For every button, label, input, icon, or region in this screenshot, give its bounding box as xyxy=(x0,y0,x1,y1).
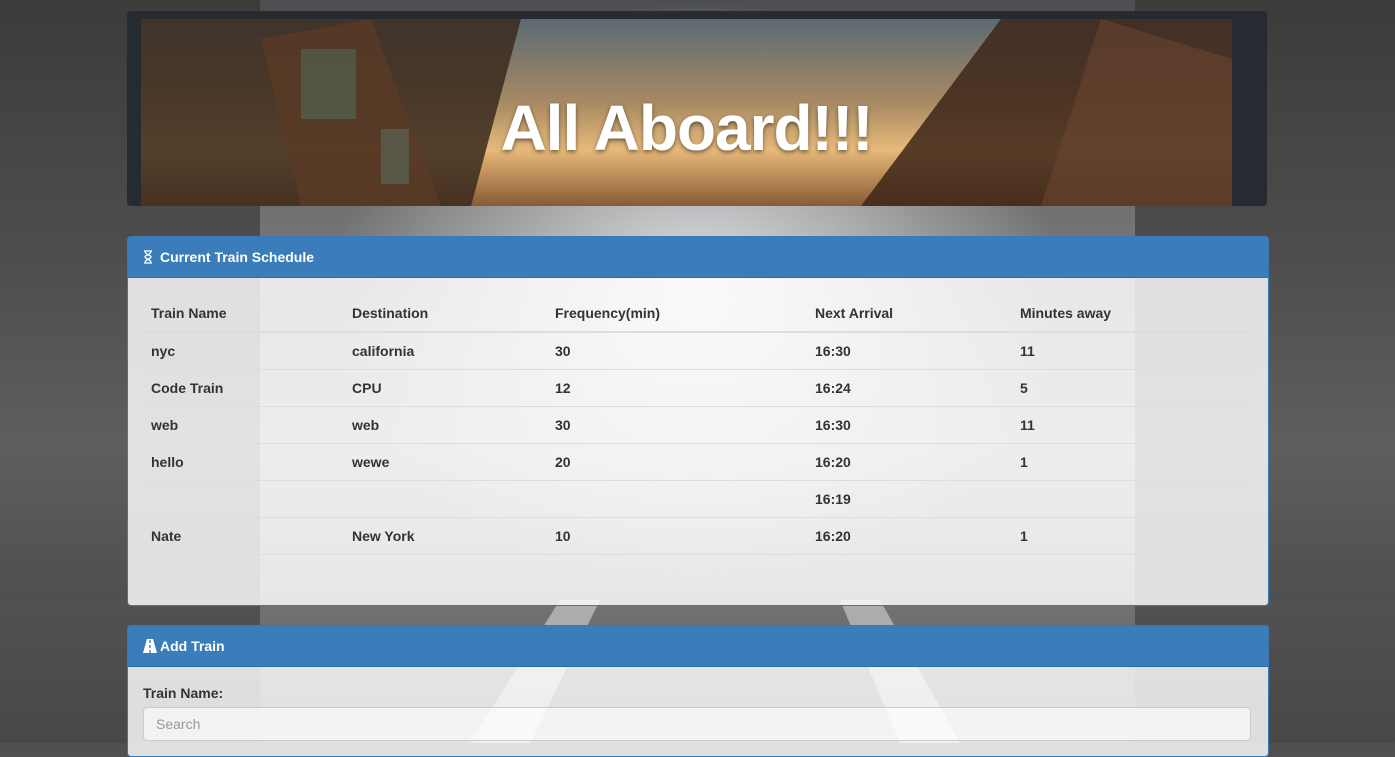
schedule-panel-title: Current Train Schedule xyxy=(160,249,315,265)
frequency-cell: 10 xyxy=(547,517,807,555)
train-name-cell xyxy=(143,480,344,518)
next-arrival-cell: 16:20 xyxy=(807,517,1012,555)
frequency-cell: 30 xyxy=(547,406,807,444)
next-arrival-cell: 16:30 xyxy=(807,406,1012,444)
destination-cell: california xyxy=(344,331,547,370)
hourglass-icon xyxy=(143,250,155,264)
frequency-cell: 12 xyxy=(547,369,807,407)
next-arrival-cell: 16:30 xyxy=(807,331,1012,370)
minutes-away-cell xyxy=(1012,480,1251,518)
schedule-panel-heading: Current Train Schedule xyxy=(128,237,1268,278)
table-header-row: Train Name Destination Frequency(min) Ne… xyxy=(143,295,1251,333)
add-train-panel-title: Add Train xyxy=(160,638,225,654)
minutes-away-cell: 5 xyxy=(1012,369,1251,407)
jumbotron: All Aboard!!! xyxy=(127,11,1267,206)
table-row: nyc california 30 16:30 11 xyxy=(143,331,1251,370)
add-train-panel-heading: Add Train xyxy=(128,626,1268,667)
train-name-cell: Nate xyxy=(143,517,344,555)
train-name-input[interactable] xyxy=(143,707,1251,741)
next-arrival-cell: 16:20 xyxy=(807,443,1012,481)
minutes-away-cell: 11 xyxy=(1012,406,1251,444)
frequency-cell: 20 xyxy=(547,443,807,481)
column-header-train-name: Train Name xyxy=(143,295,344,333)
destination-cell: New York xyxy=(344,517,547,555)
train-name-label: Train Name: xyxy=(143,685,224,701)
destination-cell: CPU xyxy=(344,369,547,407)
page-title: All Aboard!!! xyxy=(500,92,873,164)
destination-cell xyxy=(344,480,547,518)
column-header-frequency: Frequency(min) xyxy=(547,295,807,333)
table-row: 16:19 xyxy=(143,480,1251,518)
table-row: web web 30 16:30 11 xyxy=(143,406,1251,444)
table-row: hello wewe 20 16:20 1 xyxy=(143,443,1251,481)
train-name-cell: hello xyxy=(143,443,344,481)
table-row: Code Train CPU 12 16:24 5 xyxy=(143,369,1251,407)
destination-cell: web xyxy=(344,406,547,444)
train-name-cell: nyc xyxy=(143,331,344,370)
train-name-cell: Code Train xyxy=(143,369,344,407)
train-schedule-panel: Current Train Schedule Train Name Destin… xyxy=(127,236,1269,606)
minutes-away-cell: 11 xyxy=(1012,331,1251,370)
next-arrival-cell: 16:24 xyxy=(807,369,1012,407)
minutes-away-cell: 1 xyxy=(1012,517,1251,555)
frequency-cell: 30 xyxy=(547,331,807,370)
column-header-destination: Destination xyxy=(344,295,547,333)
train-name-cell: web xyxy=(143,406,344,444)
minutes-away-cell: 1 xyxy=(1012,443,1251,481)
header-banner-image: All Aboard!!! xyxy=(141,19,1232,206)
train-schedule-table: Train Name Destination Frequency(min) Ne… xyxy=(143,295,1251,555)
add-train-panel: Add Train Train Name: xyxy=(127,625,1269,757)
frequency-cell xyxy=(547,480,807,518)
destination-cell: wewe xyxy=(344,443,547,481)
next-arrival-cell: 16:19 xyxy=(807,480,1012,518)
table-row: Nate New York 10 16:20 1 xyxy=(143,517,1251,555)
road-icon xyxy=(143,639,157,653)
column-header-minutes-away: Minutes away xyxy=(1012,295,1251,333)
column-header-next-arrival: Next Arrival xyxy=(807,295,1012,333)
